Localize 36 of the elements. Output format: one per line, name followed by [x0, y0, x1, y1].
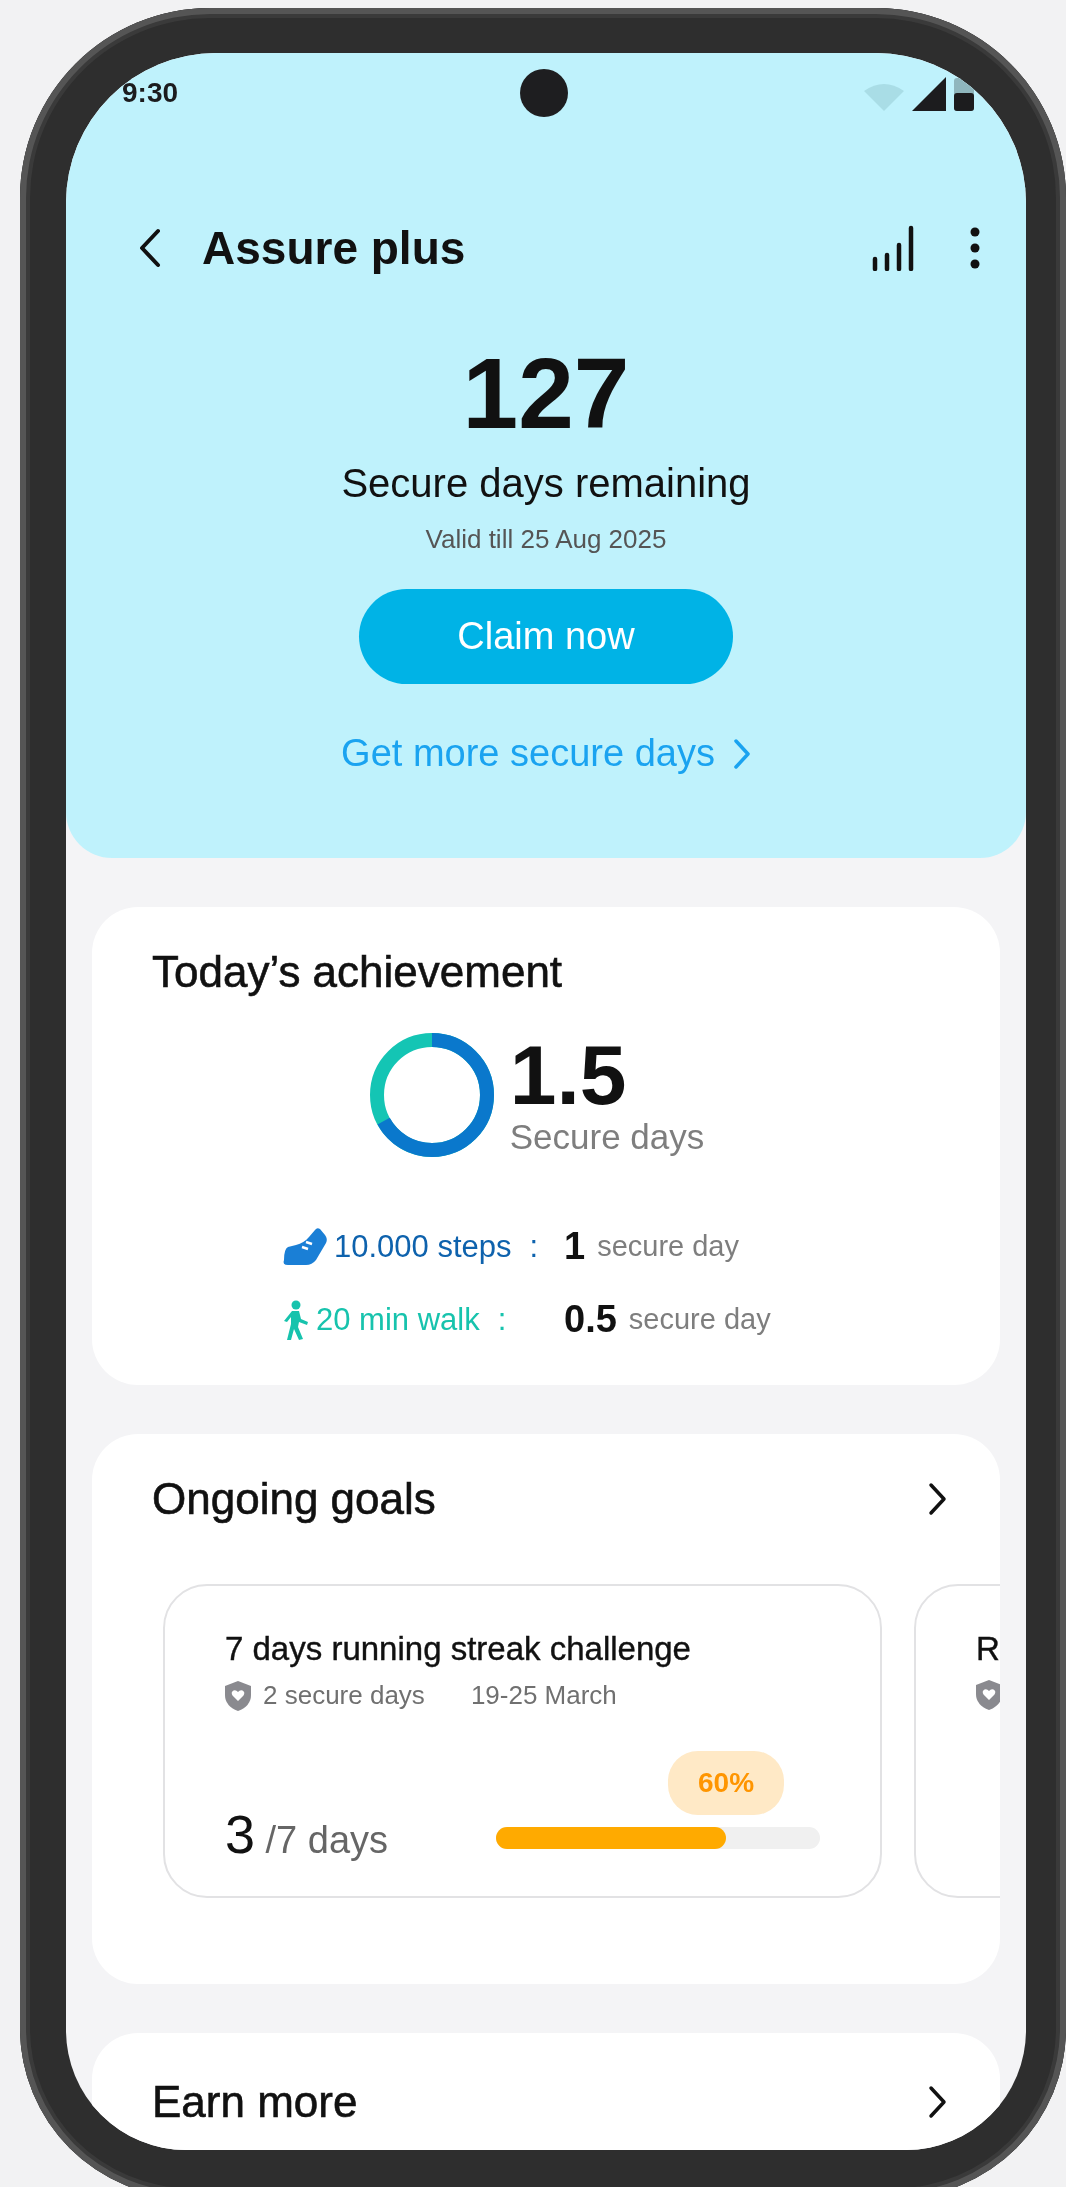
card-title: Earn more [152, 2077, 358, 2127]
activity-value: 0.5 [564, 1298, 617, 1341]
chevron-right-icon[interactable] [928, 1482, 948, 1516]
total-value: 1.5 [509, 1033, 628, 1117]
colon-separator: : [497, 1301, 507, 1338]
colon-separator: : [529, 1228, 539, 1265]
activity-unit: secure day [628, 1303, 771, 1336]
card-title: Ongoing goals [152, 1474, 436, 1524]
page-title: Assure plus [202, 221, 467, 275]
goal-title: R [976, 1630, 1000, 1668]
signal-icon [912, 77, 946, 111]
reward-text: 2 secure days [263, 1680, 425, 1711]
walking-person-icon [282, 1299, 310, 1340]
shoe-icon [282, 1226, 328, 1267]
days-done: 3 [225, 1804, 256, 1864]
percent-bubble: 60% [668, 1751, 785, 1815]
activity-unit: secure day [597, 1230, 739, 1263]
days-label: Secure days remaining [341, 461, 751, 506]
camera-hole [520, 69, 568, 117]
shield-heart-icon [225, 1680, 251, 1711]
total-unit: Secure days [509, 1117, 705, 1157]
goal-card[interactable]: 7 days running streak challenge 2 secure days 19-25 March 3 /7 days 60% [163, 1584, 882, 1898]
goal-title: 7 days running streak challenge [225, 1630, 692, 1668]
chevron-right-icon [732, 737, 751, 770]
goal-card[interactable]: R [914, 1584, 1000, 1898]
card-title: Today’s achievement [152, 947, 564, 997]
validity-text: Valid till 25 Aug 2025 [425, 524, 667, 555]
days-total: /7 days [265, 1819, 389, 1861]
activity-label: 10.000 steps [334, 1228, 512, 1265]
status-time: 9:30 [122, 77, 179, 109]
activity-value: 1 [564, 1225, 586, 1268]
days-count: 127 [462, 343, 630, 443]
date-range: 19-25 March [470, 1680, 617, 1711]
chevron-right-icon[interactable] [928, 2085, 948, 2119]
battery-icon [954, 75, 974, 111]
activity-label: 20 min walk [316, 1301, 480, 1338]
